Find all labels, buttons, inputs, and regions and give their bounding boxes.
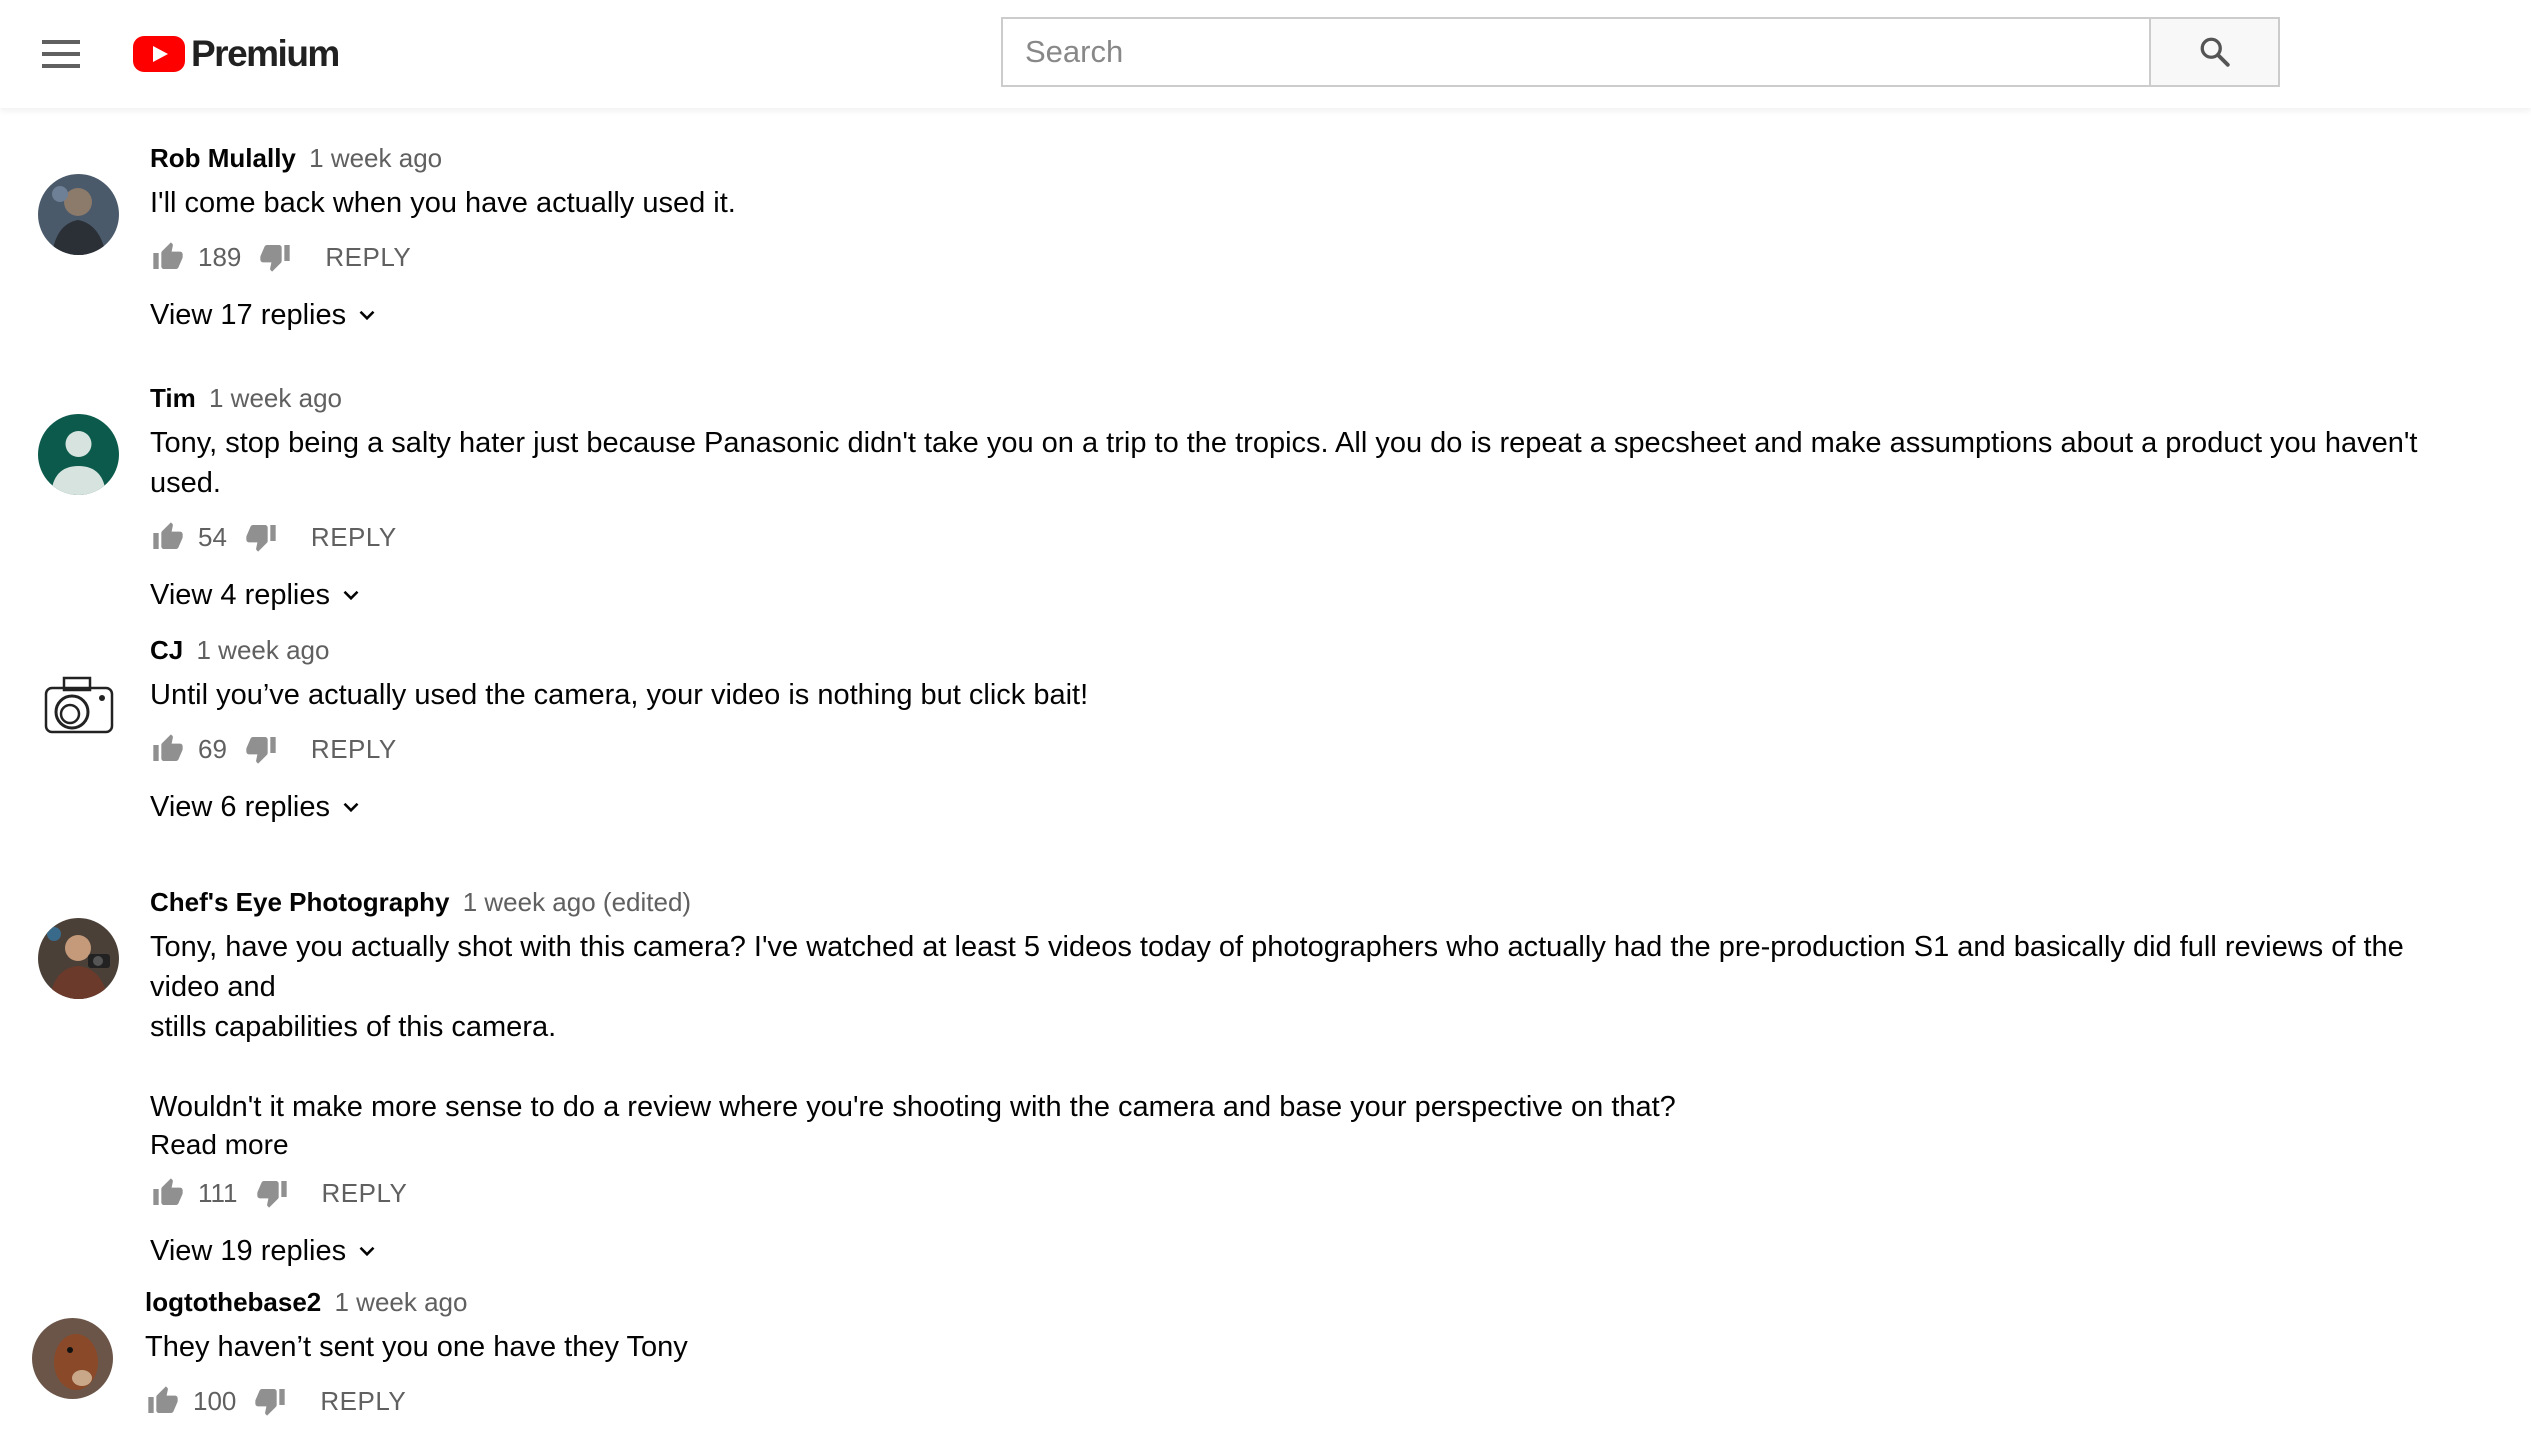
thumbs-down-icon [256, 1181, 287, 1208]
thumbs-up-icon [153, 734, 183, 761]
avatar[interactable] [38, 666, 119, 747]
dislike-button[interactable] [254, 1175, 290, 1211]
comment-text-line: Wouldn't it make more sense to do a revi… [150, 1091, 1676, 1123]
dislike-button[interactable] [243, 519, 279, 555]
view-replies-button[interactable]: View 19 replies [150, 1231, 380, 1271]
view-replies-label: View 6 replies [150, 791, 331, 823]
comment-body: Rob Mulally 1 week ago I'll come back wh… [150, 140, 2450, 335]
search-button[interactable] [2149, 17, 2280, 87]
like-count: 100 [193, 1385, 237, 1416]
thumbs-up-icon [153, 522, 183, 549]
chevron-down-icon [359, 1246, 375, 1257]
masthead: Premium [0, 0, 2531, 108]
comment-actions: 189 REPLY [150, 235, 2450, 279]
view-replies-button[interactable]: View 4 replies [150, 575, 364, 615]
avatar[interactable] [32, 1318, 113, 1399]
like-button[interactable] [150, 1175, 186, 1211]
search-box [1001, 17, 2149, 87]
like-count: 111 [198, 1177, 238, 1208]
thumbs-down-icon [260, 245, 291, 272]
search-input[interactable] [1003, 19, 2149, 85]
comment-actions: 54 REPLY [150, 515, 2450, 559]
view-replies-label: View 19 replies [150, 1235, 347, 1267]
comment-body: Chef's Eye Photography 1 week ago (edite… [150, 884, 2450, 1271]
chevron-down-icon [343, 802, 359, 813]
comment-time[interactable]: 1 week ago [309, 143, 442, 173]
like-button[interactable] [150, 519, 186, 555]
comment-actions: 100 REPLY [145, 1379, 2445, 1423]
dislike-button[interactable] [252, 1383, 288, 1419]
comment-time[interactable]: 1 week ago [209, 383, 342, 413]
comment-body: logtothebase2 1 week ago They haven’t se… [145, 1284, 2445, 1423]
comment-text: Until you’ve actually used the camera, y… [150, 679, 1089, 711]
thumbs-down-icon [246, 525, 276, 552]
avatar[interactable] [38, 174, 119, 255]
comment-author[interactable]: Tim [150, 383, 196, 413]
like-count: 54 [198, 521, 227, 552]
avatar[interactable] [38, 414, 119, 495]
dislike-button[interactable] [243, 731, 279, 767]
view-replies-label: View 4 replies [150, 579, 331, 611]
comment-text-line: stills capabilities of this camera. [150, 1011, 557, 1043]
comment-body: CJ 1 week ago Until you’ve actually used… [150, 632, 2450, 827]
comment-actions: 111 REPLY [150, 1171, 2450, 1215]
comment-text-line [150, 1047, 2450, 1087]
comment-author[interactable]: Chef's Eye Photography [150, 887, 449, 917]
comment-author[interactable]: Rob Mulally [150, 143, 296, 173]
reply-button[interactable]: REPLY [320, 1386, 406, 1417]
comment-text: I'll come back when you have actually us… [150, 187, 736, 219]
comment-time[interactable]: 1 week ago (edited) [463, 887, 691, 917]
read-more-link[interactable]: Read more [150, 1127, 2450, 1163]
like-button[interactable] [150, 239, 186, 275]
comment-actions: 69 REPLY [150, 727, 2450, 771]
like-button[interactable] [150, 731, 186, 767]
youtube-play-icon [133, 36, 185, 72]
comment-text-line: Tony, have you actually shot with this c… [150, 931, 2404, 1003]
comment-text: Tony, have you actually shot with this c… [150, 927, 2450, 1127]
youtube-premium-logo[interactable]: Premium [133, 32, 340, 76]
comment-time[interactable]: 1 week ago [196, 635, 329, 665]
view-replies-label: View 17 replies [150, 299, 347, 331]
thumbs-up-icon [153, 1178, 183, 1205]
avatar[interactable] [38, 918, 119, 999]
search-icon [2200, 37, 2230, 67]
comment-author[interactable]: logtothebase2 [145, 1287, 321, 1317]
comment-text: They haven’t sent you one have they Tony [145, 1331, 688, 1363]
reply-button[interactable]: REPLY [325, 242, 411, 273]
chevron-down-icon [359, 310, 375, 321]
view-replies-button[interactable]: View 17 replies [150, 295, 380, 335]
like-button[interactable] [145, 1383, 181, 1419]
comment-body: Tim 1 week ago Tony, stop being a salty … [150, 380, 2450, 615]
thumbs-down-icon [246, 737, 276, 764]
reply-button[interactable]: REPLY [322, 1178, 408, 1209]
view-replies-button[interactable]: View 6 replies [150, 787, 364, 827]
thumbs-up-icon [148, 1386, 178, 1413]
like-count: 189 [198, 241, 242, 272]
reply-button[interactable]: REPLY [311, 522, 397, 553]
reply-button[interactable]: REPLY [311, 734, 397, 765]
logo-text: Premium [191, 33, 340, 74]
comment-author[interactable]: CJ [150, 635, 183, 665]
thumbs-down-icon [255, 1389, 286, 1416]
like-count: 69 [198, 733, 227, 764]
dislike-button[interactable] [257, 239, 293, 275]
comment-time[interactable]: 1 week ago [334, 1287, 467, 1317]
chevron-down-icon [343, 590, 359, 601]
comment-text: Tony, stop being a salty hater just beca… [150, 427, 2418, 499]
thumbs-up-icon [153, 242, 183, 269]
hamburger-menu-icon[interactable] [40, 36, 84, 72]
